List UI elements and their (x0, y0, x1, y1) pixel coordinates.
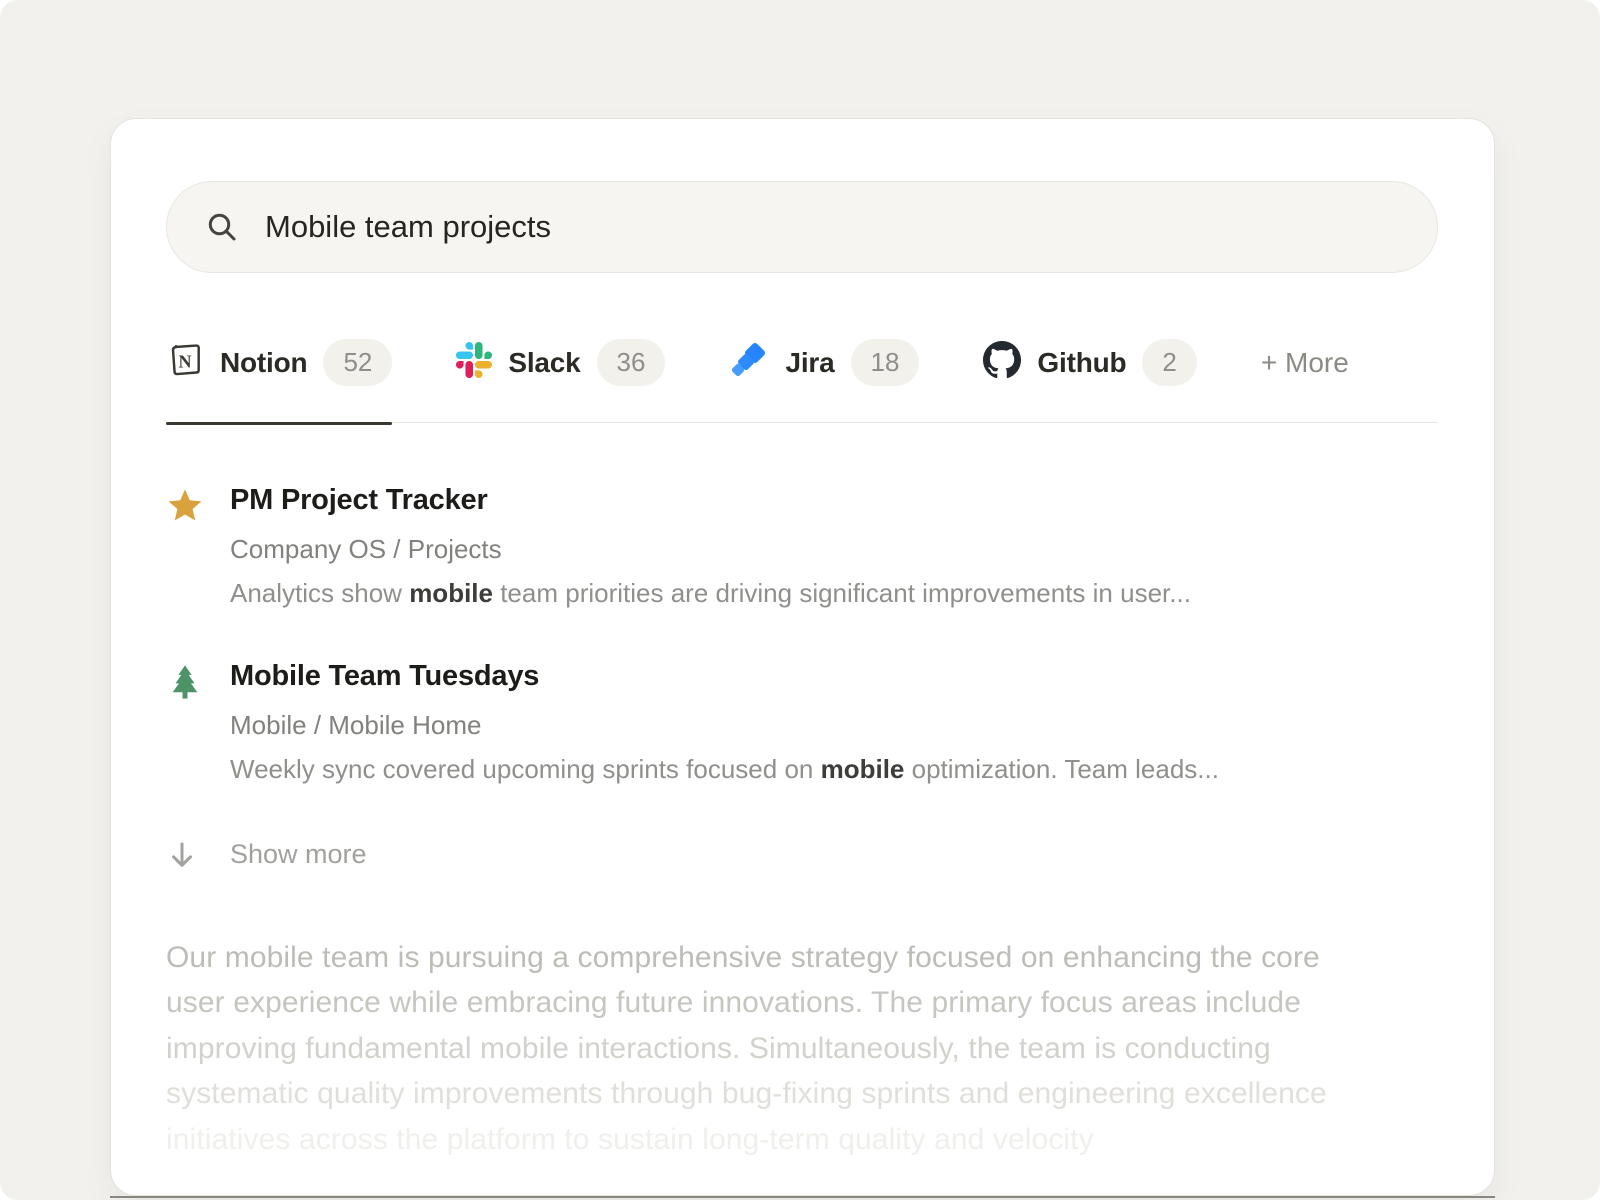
show-more-label: Show more (230, 839, 367, 870)
app-background: N Notion 52 Slack 36 (0, 0, 1600, 1200)
page-fold-divider (110, 1196, 1495, 1198)
tab-jira-count-badge: 18 (851, 339, 920, 386)
preview-line: improving fundamental mobile interaction… (166, 1026, 1438, 1072)
result-title: PM Project Tracker (230, 485, 1191, 517)
result-snippet: Weekly sync covered upcoming sprints foc… (230, 754, 1219, 785)
tabs-bar: N Notion 52 Slack 36 (166, 339, 1438, 423)
snippet-highlight: mobile (821, 754, 905, 784)
search-icon (205, 210, 239, 244)
tab-jira[interactable]: Jira 18 (729, 339, 919, 386)
result-breadcrumb: Company OS / Projects (230, 534, 1191, 565)
tab-github[interactable]: Github 2 (983, 339, 1196, 386)
tab-github-count-badge: 2 (1142, 339, 1196, 386)
tab-notion-label: Notion (220, 347, 307, 379)
preview-text: Our mobile team is pursuing a comprehens… (166, 935, 1438, 1163)
snippet-highlight: mobile (409, 578, 493, 608)
notion-icon: N (166, 341, 204, 384)
tab-notion[interactable]: N Notion 52 (166, 339, 392, 386)
tab-slack-label: Slack (508, 347, 580, 379)
jira-icon (729, 340, 769, 385)
result-snippet: Analytics show mobile team priorities ar… (230, 578, 1191, 609)
preview-line: initiatives across the platform to susta… (166, 1117, 1438, 1163)
search-panel: N Notion 52 Slack 36 (110, 118, 1495, 1196)
result-item-pm-project-tracker[interactable]: PM Project Tracker Company OS / Projects… (166, 485, 1438, 609)
arrow-down-icon (166, 839, 204, 871)
tab-slack-count-badge: 36 (597, 339, 666, 386)
show-more-button[interactable]: Show more (166, 839, 1438, 871)
tab-jira-label: Jira (785, 347, 834, 379)
svg-text:N: N (179, 351, 192, 371)
result-item-mobile-team-tuesdays[interactable]: Mobile Team Tuesdays Mobile / Mobile Hom… (166, 661, 1438, 785)
search-bar[interactable] (166, 181, 1438, 273)
tab-github-label: Github (1037, 347, 1126, 379)
tree-icon (166, 661, 204, 785)
tab-slack[interactable]: Slack 36 (456, 339, 665, 386)
github-icon (983, 341, 1021, 384)
slack-icon (456, 342, 492, 383)
results-list: PM Project Tracker Company OS / Projects… (166, 485, 1438, 785)
search-input[interactable] (265, 209, 1399, 245)
star-icon (166, 485, 204, 609)
tab-notion-count-badge: 52 (323, 339, 392, 386)
result-breadcrumb: Mobile / Mobile Home (230, 710, 1219, 741)
preview-line: Our mobile team is pursuing a comprehens… (166, 935, 1438, 981)
preview-line: user experience while embracing future i… (166, 980, 1438, 1026)
preview-line: systematic quality improvements through … (166, 1071, 1438, 1117)
tab-more[interactable]: + More (1261, 347, 1349, 379)
result-title: Mobile Team Tuesdays (230, 661, 1219, 693)
